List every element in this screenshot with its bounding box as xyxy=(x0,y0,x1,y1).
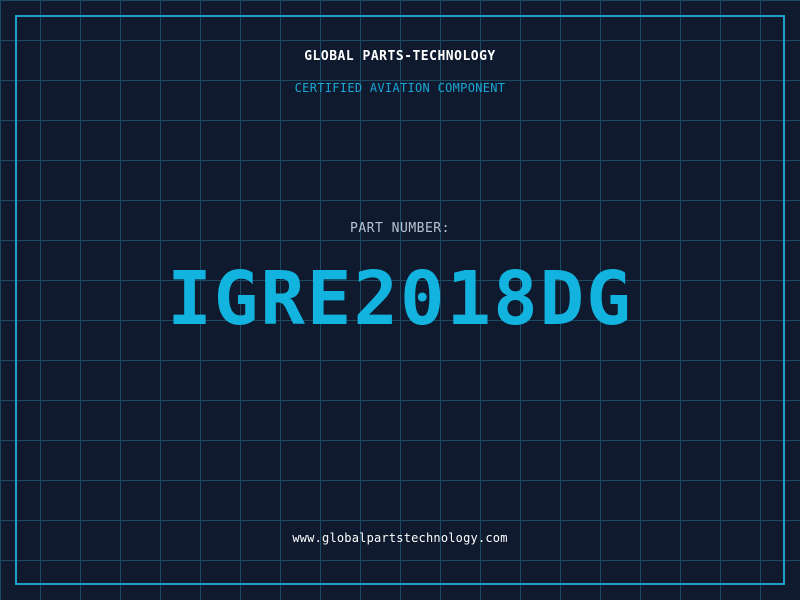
part-number-value: IGRE2018DG xyxy=(167,256,633,342)
certification-subtitle: CERTIFIED AVIATION COMPONENT xyxy=(294,81,506,95)
part-number-label: PART NUMBER: xyxy=(350,221,450,236)
part-label-card: GLOBAL PARTS-TECHNOLOGY CERTIFIED AVIATI… xyxy=(0,0,800,600)
company-name: GLOBAL PARTS-TECHNOLOGY xyxy=(304,49,496,64)
website-url: www.globalpartstechnology.com xyxy=(292,531,508,545)
